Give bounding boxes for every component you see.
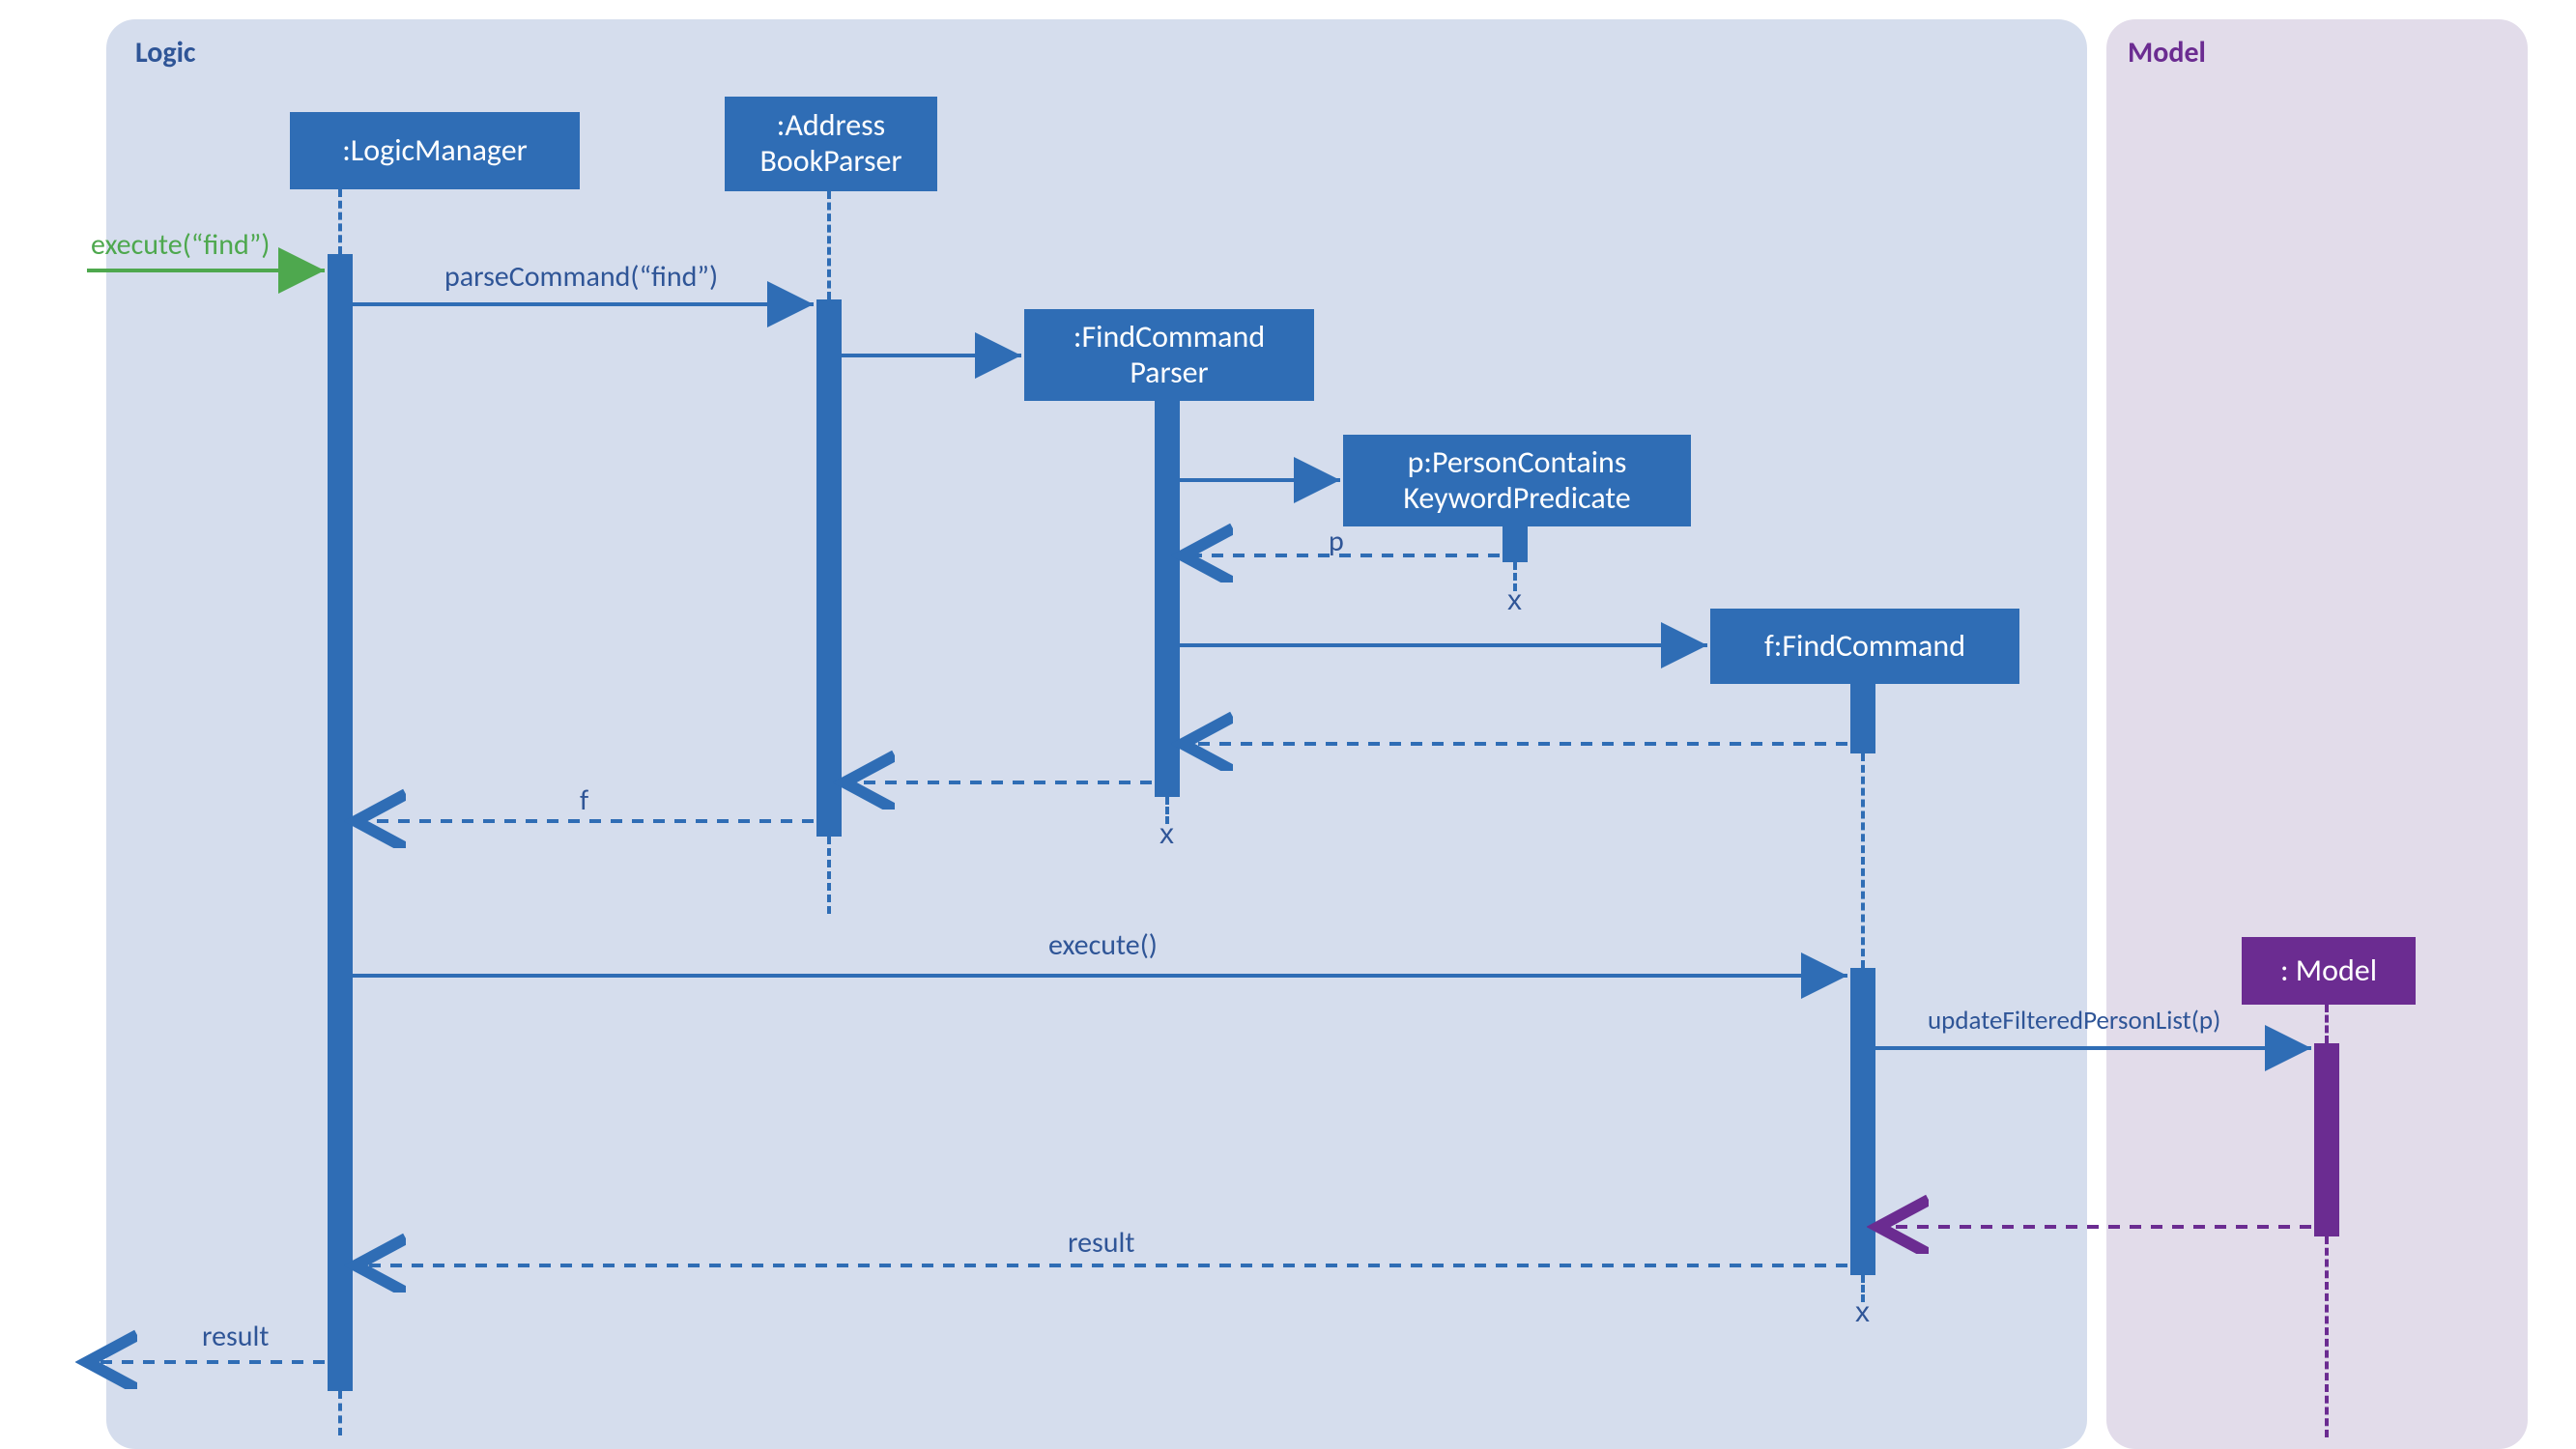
activation-predicate	[1503, 526, 1528, 562]
destroy-findcommand: x	[1855, 1296, 1870, 1329]
logic-frame-label: Logic	[135, 35, 196, 71]
lifeline-model: : Model	[2242, 937, 2416, 1005]
lifeline-dash-model-bottom	[2325, 1236, 2329, 1437]
msg-return-f: f	[580, 782, 588, 818]
activation-findcommandparser	[1155, 401, 1180, 797]
lifeline-predicate: p:PersonContainsKeywordPredicate	[1343, 435, 1691, 526]
lifeline-findcommandparser: :FindCommandParser	[1024, 309, 1314, 401]
activation-addressbookparser	[816, 299, 842, 837]
msg-update-filtered: updateFilteredPersonList(p)	[1928, 1005, 2220, 1037]
activation-model	[2314, 1043, 2339, 1236]
lifeline-dash-fc-mid	[1861, 753, 1865, 968]
model-frame-label: Model	[2128, 35, 2206, 71]
destroy-findcommandparser: x	[1159, 818, 1174, 851]
destroy-predicate: x	[1507, 584, 1522, 617]
activation-findcommand-1	[1850, 684, 1875, 753]
lifeline-dash-abp-top	[827, 191, 831, 299]
lifeline-findcommand: f:FindCommand	[1710, 609, 2019, 684]
lifeline-logicmanager: :LogicManager	[290, 112, 580, 189]
msg-return-p: p	[1329, 524, 1344, 559]
lifeline-dash-logicmanager-bottom	[338, 1391, 342, 1435]
msg-result-out: result	[202, 1319, 269, 1354]
lifeline-addressbookparser: :AddressBookParser	[725, 97, 937, 191]
msg-execute-find: execute(“find”)	[91, 227, 270, 263]
msg-execute: execute()	[1048, 927, 1158, 963]
msg-parse-command: parseCommand(“find”)	[444, 259, 718, 295]
activation-logicmanager	[328, 254, 353, 1391]
activation-findcommand-2	[1850, 968, 1875, 1275]
lifeline-dash-model-top	[2325, 1005, 2329, 1043]
msg-result-from-fc: result	[1068, 1225, 1134, 1261]
lifeline-dash-abp-bottom	[827, 837, 831, 914]
lifeline-dash-logicmanager-top	[338, 189, 342, 254]
